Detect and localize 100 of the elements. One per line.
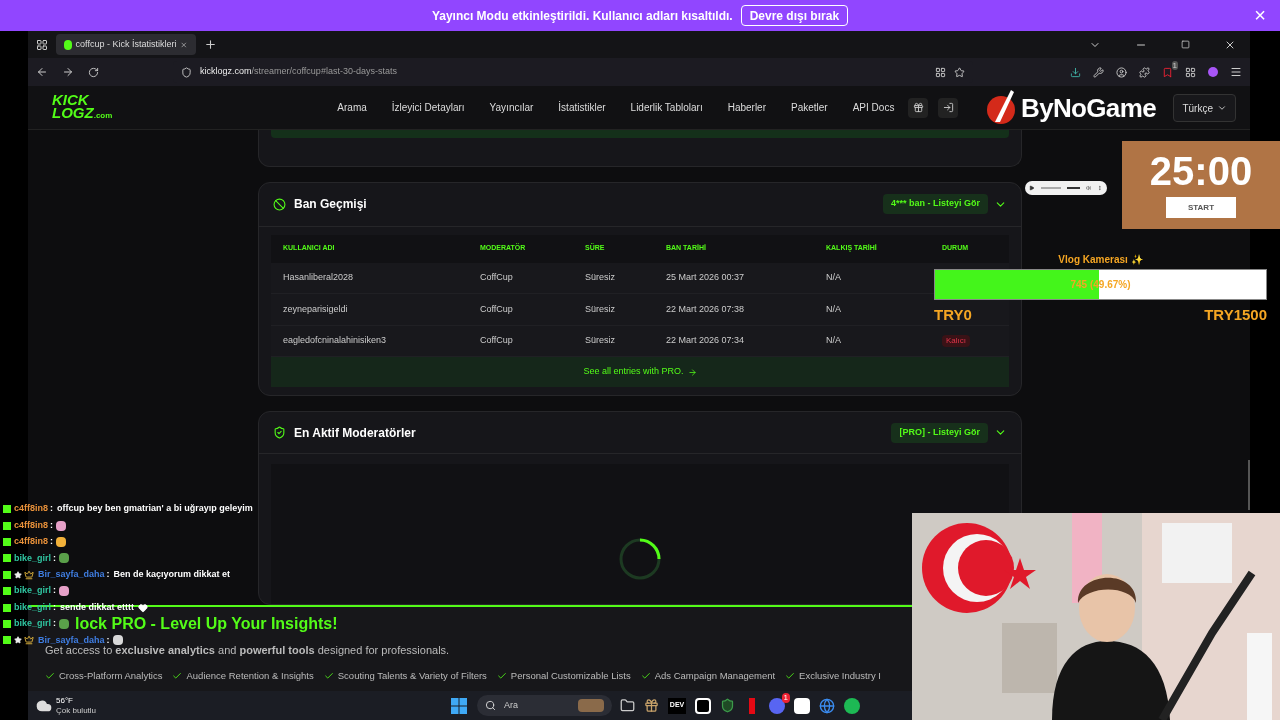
goal-title: Vlog Kamerası ✨ xyxy=(1058,253,1143,267)
close-button[interactable]: × xyxy=(1254,4,1266,26)
check-icon xyxy=(640,670,651,681)
emote-icon xyxy=(59,553,69,564)
language-select[interactable]: Türkçe xyxy=(1173,94,1236,122)
brand-name: ByNoGame xyxy=(1021,91,1156,125)
profile-icon[interactable] xyxy=(1208,67,1218,77)
chat-username: bike_girl xyxy=(14,584,51,598)
search-field[interactable]: Ara xyxy=(477,695,613,716)
pro-link[interactable]: See all entries with PRO. xyxy=(271,357,1009,388)
files-icon[interactable] xyxy=(620,698,636,713)
chat-separator: : xyxy=(106,568,110,581)
chat-separator: : xyxy=(50,535,53,549)
gift-icon[interactable] xyxy=(644,698,660,713)
apps-icon[interactable] xyxy=(1185,66,1196,78)
shield-icon xyxy=(181,66,192,78)
chat-username: Bir_sayfa_daha xyxy=(38,633,105,646)
feature-text: Scouting Talents & Variety of Filters xyxy=(337,668,487,683)
scrollbar-thumb xyxy=(1248,460,1250,510)
discord-button[interactable] xyxy=(908,97,929,118)
nav-link[interactable]: Haberler xyxy=(727,100,766,115)
emote-icon xyxy=(112,635,123,646)
chat-separator: : xyxy=(53,584,56,598)
chat-separator: : xyxy=(50,518,53,532)
table-cell-text: Süresiz xyxy=(585,334,616,348)
check-icon xyxy=(496,670,507,681)
nav-link[interactable]: İstatistikler xyxy=(558,100,606,115)
nav-link[interactable]: API Docs xyxy=(852,100,895,115)
chat-username: c4ff8in8 xyxy=(14,535,48,549)
table-cell-text: zeyneparisigeldi xyxy=(283,302,349,316)
check-icon xyxy=(45,670,55,681)
account-icon[interactable] xyxy=(1116,66,1127,78)
check-icon xyxy=(323,670,334,681)
check-icon xyxy=(172,670,183,681)
timer-text: 25:00 xyxy=(1149,148,1253,195)
nav-link[interactable]: Yayıncılar xyxy=(489,100,534,115)
login-button[interactable] xyxy=(938,97,959,118)
disable-button[interactable]: Devre dışı bırak xyxy=(740,5,849,26)
app-icon[interactable] xyxy=(695,697,712,714)
chat-username: c4ff8in8 xyxy=(14,518,48,532)
status-badge: Kalıcı xyxy=(942,334,970,347)
download-icon[interactable] xyxy=(1070,66,1081,78)
table-cell-text: 22 Mart 2026 07:38 xyxy=(666,302,746,316)
pro-description: Get access to exclusive analytics and powerful tools designed for professionals. xyxy=(45,644,450,658)
table-cell-text: CoffCup xyxy=(480,302,514,316)
nav-link[interactable]: Paketler xyxy=(791,100,828,115)
back-icon[interactable] xyxy=(36,66,48,78)
start-icon[interactable] xyxy=(451,697,468,714)
emote-icon xyxy=(56,536,66,547)
table-cell-text: 22 Mart 2026 07:34 xyxy=(666,334,746,348)
goal-maximum: TRY1500 xyxy=(1204,305,1267,325)
play-icon xyxy=(1029,185,1035,191)
extensions-icon[interactable] xyxy=(1139,66,1150,78)
audio-player[interactable] xyxy=(1025,181,1107,195)
chat-separator: : xyxy=(53,551,56,565)
chat-message: offcup bey ben gmatrian' a bi uğrayıp geleyim xyxy=(57,502,253,516)
table-cell-text: 25 Mart 2026 00:37 xyxy=(666,271,746,285)
table-cell-text: Süresiz xyxy=(585,302,616,316)
chevron-down-icon xyxy=(1217,103,1227,113)
app-icon[interactable] xyxy=(794,697,811,714)
bookmark-icon[interactable] xyxy=(954,66,965,78)
reload-icon[interactable] xyxy=(88,66,99,78)
tools-icon[interactable] xyxy=(1093,66,1104,78)
sidebar-icon[interactable] xyxy=(36,38,48,51)
maximize-icon[interactable] xyxy=(1181,40,1190,49)
table-cell-text: CoffCup xyxy=(480,271,514,285)
nav-link[interactable]: İzleyici Detayları xyxy=(391,100,465,115)
nav-link[interactable]: Liderlik Tabloları xyxy=(630,100,703,115)
shield-icon xyxy=(273,426,286,439)
pro-title: lock PRO - Level Up Your Insights! xyxy=(75,615,338,632)
feature-text: Audience Retention & Insights xyxy=(186,668,314,683)
chat-username: bike_girl xyxy=(14,551,51,565)
emote-icon xyxy=(59,618,69,629)
card-title: En Aktif Moderatörler xyxy=(294,424,416,442)
view-list-button[interactable]: 4*** ban - Listeyi Gör xyxy=(882,194,988,215)
nav-link[interactable]: Arama xyxy=(337,100,367,115)
forward-icon[interactable] xyxy=(62,66,74,78)
view-list-button[interactable]: [PRO] - Listeyi Gör xyxy=(891,422,988,443)
favicon-icon xyxy=(64,39,72,50)
chat-username: c4ff8in8 xyxy=(14,502,48,516)
shield-app-icon[interactable] xyxy=(720,698,736,713)
extension-icon[interactable] xyxy=(1162,66,1173,78)
table-cell-text: N/A xyxy=(826,334,842,348)
table-cell-text: eagledofcninalahinisiken3 xyxy=(283,334,388,348)
table-cell-text: N/A xyxy=(826,271,842,285)
browser-tab[interactable]: coffcup - Kick İstatistikleri xyxy=(56,34,196,55)
notification-badge: 1 xyxy=(781,692,791,703)
chat-separator: : xyxy=(53,600,56,614)
site-logo[interactable]: KICK LOGZ.com xyxy=(52,93,113,122)
search-icon xyxy=(485,700,497,711)
menu-icon[interactable] xyxy=(1230,66,1242,78)
notice-text: Yayıncı Modu etkinleştirildi. Kullanıcı adları kısaltıldı. xyxy=(431,7,733,25)
goal-minimum: TRY0 xyxy=(934,305,972,325)
new-tab-icon[interactable] xyxy=(204,38,217,51)
reader-icon[interactable] xyxy=(935,66,946,78)
chat-username: Bir_sayfa_daha xyxy=(38,568,105,581)
start-button[interactable]: START xyxy=(1166,197,1236,218)
table-cell-text: Hasanliberal2028 xyxy=(283,271,355,285)
more-icon xyxy=(1097,185,1104,191)
feature-text: Ads Campaign Management xyxy=(654,668,776,683)
